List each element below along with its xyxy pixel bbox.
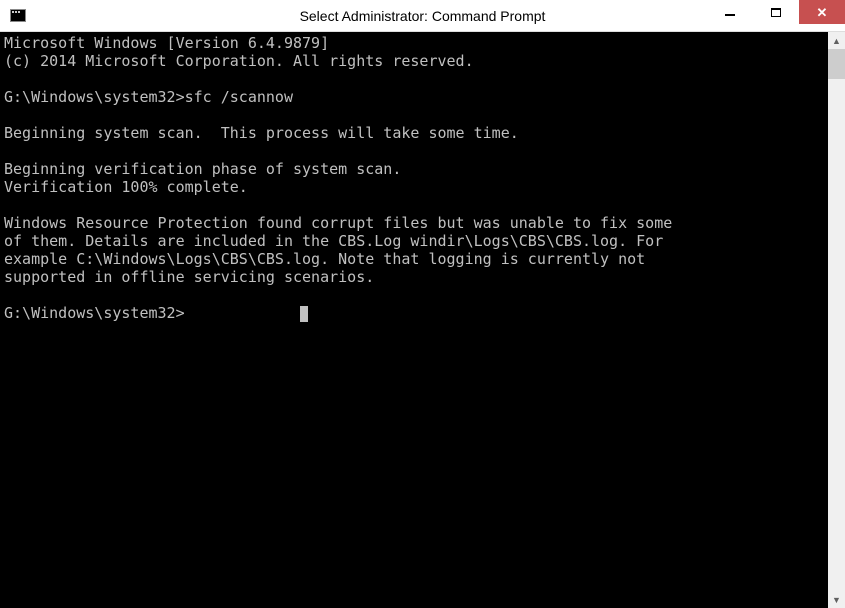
scroll-track[interactable]: [828, 49, 845, 591]
command-prompt-window: Select Administrator: Command Prompt ✕ M…: [0, 0, 845, 608]
minimize-icon: [725, 14, 735, 16]
output-line: Verification 100% complete.: [4, 178, 824, 196]
output-line: [4, 142, 824, 160]
output-line: [4, 106, 824, 124]
cursor: [300, 306, 308, 322]
output-line: G:\Windows\system32>sfc /scannow: [4, 88, 824, 106]
output-line: supported in offline servicing scenarios…: [4, 268, 824, 286]
vertical-scrollbar[interactable]: ▲ ▼: [828, 32, 845, 608]
close-button[interactable]: ✕: [799, 0, 845, 24]
scroll-thumb[interactable]: [828, 49, 845, 79]
maximize-button[interactable]: [753, 0, 799, 24]
maximize-icon: [771, 8, 781, 17]
window-controls: ✕: [707, 0, 845, 31]
output-line: of them. Details are included in the CBS…: [4, 232, 824, 250]
cmd-icon: [10, 9, 26, 22]
output-line: [4, 196, 824, 214]
output-line: example C:\Windows\Logs\CBS\CBS.log. Not…: [4, 250, 824, 268]
prompt-text: G:\Windows\system32>: [4, 304, 185, 322]
minimize-button[interactable]: [707, 0, 753, 24]
close-icon: ✕: [817, 6, 828, 19]
output-line: Beginning verification phase of system s…: [4, 160, 824, 178]
console-output[interactable]: Microsoft Windows [Version 6.4.9879](c) …: [0, 32, 828, 608]
prompt-line: G:\Windows\system32>: [4, 304, 824, 322]
output-line: (c) 2014 Microsoft Corporation. All righ…: [4, 52, 824, 70]
window-title: Select Administrator: Command Prompt: [300, 8, 546, 24]
output-line: Windows Resource Protection found corrup…: [4, 214, 824, 232]
output-line: Microsoft Windows [Version 6.4.9879]: [4, 34, 824, 52]
titlebar[interactable]: Select Administrator: Command Prompt ✕: [0, 0, 845, 32]
scroll-up-button[interactable]: ▲: [828, 32, 845, 49]
console-area: Microsoft Windows [Version 6.4.9879](c) …: [0, 32, 845, 608]
scroll-down-button[interactable]: ▼: [828, 591, 845, 608]
output-line: [4, 70, 824, 88]
output-line: [4, 286, 824, 304]
output-line: Beginning system scan. This process will…: [4, 124, 824, 142]
